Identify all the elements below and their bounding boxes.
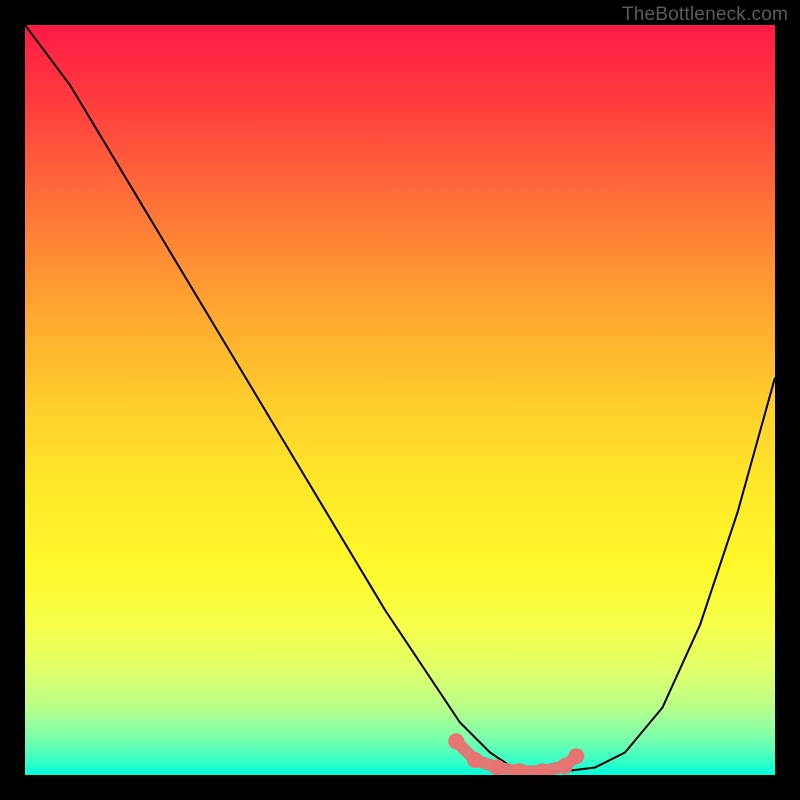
- gradient-plot-area: [25, 25, 775, 775]
- chart-frame: TheBottleneck.com: [0, 0, 800, 800]
- watermark-text: TheBottleneck.com: [622, 4, 788, 26]
